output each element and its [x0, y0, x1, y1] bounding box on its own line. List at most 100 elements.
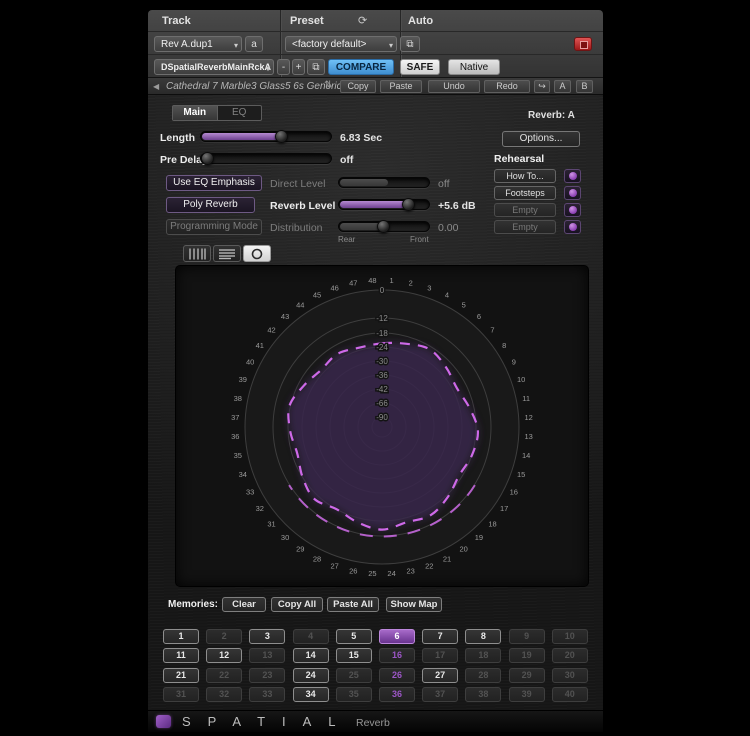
memory-slot-36[interactable]: 36	[379, 687, 415, 702]
use-eq-emphasis-button[interactable]: Use EQ Emphasis	[166, 175, 262, 191]
paste-settings-button[interactable]: Paste	[380, 80, 422, 93]
poly-reverb-button[interactable]: Poly Reverb	[166, 197, 255, 213]
target-button[interactable]	[574, 37, 592, 51]
memory-slot-21[interactable]: 21	[163, 668, 199, 683]
previous-preset-button[interactable]: -	[277, 59, 290, 75]
memory-slot-24[interactable]: 24	[293, 668, 329, 683]
memory-slot-1[interactable]: 1	[163, 629, 199, 644]
memory-slot-28[interactable]: 28	[465, 668, 501, 683]
memory-slot-30[interactable]: 30	[552, 668, 588, 683]
memory-slot-35[interactable]: 35	[336, 687, 372, 702]
memory-slot-34[interactable]: 34	[293, 687, 329, 702]
redo-arrow-icon[interactable]: ↪	[534, 80, 550, 93]
direct-level-slider[interactable]	[338, 177, 430, 188]
direct-level-value: off	[438, 178, 449, 190]
memory-slot-3[interactable]: 3	[249, 629, 285, 644]
slider-thumb[interactable]	[402, 198, 415, 211]
rehearsal-led-button-3[interactable]	[564, 203, 581, 217]
memory-slot-20[interactable]: 20	[552, 648, 588, 663]
preset-selector-dropdown[interactable]: <factory default>▾	[285, 36, 397, 52]
slider-thumb[interactable]	[275, 130, 288, 143]
memory-slot-22[interactable]: 22	[206, 668, 242, 683]
memory-slot-5[interactable]: 5	[336, 629, 372, 644]
product-name: Reverb	[356, 717, 390, 729]
memory-slot-26[interactable]: 26	[379, 668, 415, 683]
display-mode-bars-button[interactable]	[183, 245, 211, 262]
rehearsal-led-button-1[interactable]	[564, 169, 581, 183]
rehearsal-button-2[interactable]: Footsteps	[494, 186, 556, 200]
tab-main[interactable]: Main	[173, 106, 218, 120]
memory-slot-37[interactable]: 37	[422, 687, 458, 702]
plugin-copy-button[interactable]: ⧉	[307, 59, 325, 75]
setting-b-button[interactable]: B	[576, 80, 593, 93]
copy-settings-button[interactable]: Copy	[340, 80, 376, 93]
compare-button[interactable]: COMPARE	[328, 59, 394, 75]
memory-slot-38[interactable]: 38	[465, 687, 501, 702]
memories-show-map-button[interactable]: Show Map	[386, 597, 442, 612]
next-preset-button[interactable]: +	[292, 59, 305, 75]
length-label: Length	[160, 132, 195, 144]
memory-slot-16[interactable]: 16	[379, 648, 415, 663]
memory-slot-17[interactable]: 17	[422, 648, 458, 663]
memory-slot-23[interactable]: 23	[249, 668, 285, 683]
memory-slot-25[interactable]: 25	[336, 668, 372, 683]
length-slider[interactable]	[200, 131, 332, 142]
spatial-map-display[interactable]: 0-12-18-24-30-36-42-66-90123456789101112…	[175, 265, 589, 587]
svg-text:5: 5	[462, 300, 466, 309]
rehearsal-button-4[interactable]: Empty	[494, 220, 556, 234]
redo-button[interactable]: Redo	[484, 80, 530, 93]
display-mode-circle-button[interactable]	[243, 245, 271, 262]
memory-slot-29[interactable]: 29	[509, 668, 545, 683]
rehearsal-led-button-4[interactable]	[564, 220, 581, 234]
display-mode-lines-button[interactable]	[213, 245, 241, 262]
memories-copy-all-button[interactable]: Copy All	[271, 597, 323, 612]
memory-slot-40[interactable]: 40	[552, 687, 588, 702]
memory-slot-4[interactable]: 4	[293, 629, 329, 644]
svg-text:0: 0	[380, 286, 385, 295]
reverb-level-slider[interactable]	[338, 199, 430, 210]
memory-slot-27[interactable]: 27	[422, 668, 458, 683]
svg-text:33: 33	[246, 488, 254, 497]
native-selector[interactable]: Native	[448, 59, 500, 75]
memory-slot-19[interactable]: 19	[509, 648, 545, 663]
memory-slot-6[interactable]: 6	[379, 629, 415, 644]
memory-slot-7[interactable]: 7	[422, 629, 458, 644]
memory-slot-31[interactable]: 31	[163, 687, 199, 702]
memory-slot-2[interactable]: 2	[206, 629, 242, 644]
memories-clear-button[interactable]: Clear	[222, 597, 266, 612]
rehearsal-button-3[interactable]: Empty	[494, 203, 556, 217]
setting-stepper-icon[interactable]: ⇅	[324, 80, 332, 91]
slider-thumb[interactable]	[377, 220, 390, 233]
back-arrow-icon[interactable]: ◀	[153, 82, 159, 91]
rehearsal-button-1[interactable]: How To...	[494, 169, 556, 183]
programming-mode-button[interactable]: Programming Mode	[166, 219, 262, 235]
tab-eq[interactable]: EQ	[218, 106, 262, 120]
slider-thumb[interactable]	[201, 152, 214, 165]
memory-slot-33[interactable]: 33	[249, 687, 285, 702]
safe-button[interactable]: SAFE	[400, 59, 440, 75]
memory-slot-14[interactable]: 14	[293, 648, 329, 663]
librarian-icon[interactable]: ⟳	[358, 14, 367, 27]
memory-slot-18[interactable]: 18	[465, 648, 501, 663]
track-letter-button[interactable]: a	[245, 36, 263, 52]
memory-slot-39[interactable]: 39	[509, 687, 545, 702]
memory-slot-11[interactable]: 11	[163, 648, 199, 663]
undo-button[interactable]: Undo	[428, 80, 480, 93]
preset-copy-button[interactable]: ⧉	[400, 36, 420, 52]
pre-delay-slider[interactable]	[200, 153, 332, 164]
track-selector-dropdown[interactable]: Rev A.dup1▾	[154, 36, 242, 52]
rehearsal-led-button-2[interactable]	[564, 186, 581, 200]
memory-slot-12[interactable]: 12	[206, 648, 242, 663]
memory-slot-15[interactable]: 15	[336, 648, 372, 663]
options-button[interactable]: Options...	[502, 131, 580, 147]
memory-slot-9[interactable]: 9	[509, 629, 545, 644]
plugin-selector-dropdown[interactable]: DSpatialReverbMainRckA▾	[154, 59, 274, 75]
memory-slot-13[interactable]: 13	[249, 648, 285, 663]
memories-paste-all-button[interactable]: Paste All	[327, 597, 379, 612]
memory-slot-32[interactable]: 32	[206, 687, 242, 702]
memory-slot-10[interactable]: 10	[552, 629, 588, 644]
distribution-slider[interactable]	[338, 221, 430, 232]
setting-a-button[interactable]: A	[554, 80, 571, 93]
setting-name[interactable]: Cathedral 7 Marble3 Glass5 6s Generic	[166, 81, 342, 92]
memory-slot-8[interactable]: 8	[465, 629, 501, 644]
